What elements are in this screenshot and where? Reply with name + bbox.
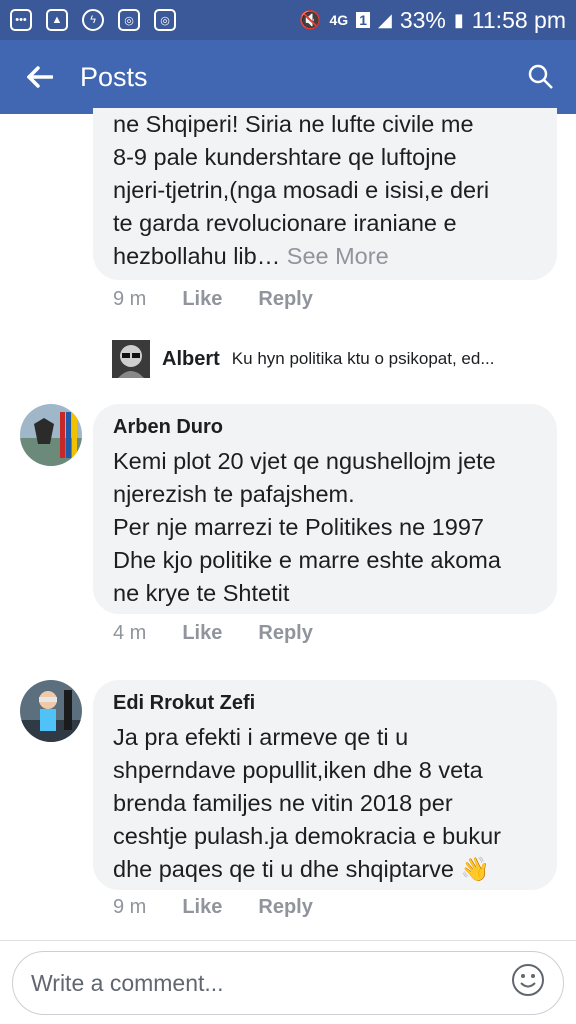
reply-button[interactable]: Reply bbox=[258, 288, 312, 311]
reply-button[interactable]: Reply bbox=[258, 896, 312, 919]
instagram-icon: ◎ bbox=[118, 9, 140, 31]
network-type: 4G bbox=[329, 12, 349, 28]
avatar[interactable] bbox=[20, 404, 82, 466]
avatar[interactable] bbox=[20, 680, 82, 742]
reply-author[interactable]: Albert bbox=[162, 348, 220, 371]
comment-actions: 4 m Like Reply bbox=[113, 622, 313, 645]
comment-bubble: Arben Duro Kemi plot 20 vjet qe ngushell… bbox=[93, 404, 557, 614]
like-button[interactable]: Like bbox=[182, 622, 222, 645]
page-title: Posts bbox=[80, 61, 148, 92]
instagram-icon-2: ◎ bbox=[154, 9, 176, 31]
comment-time: 9 m bbox=[113, 288, 147, 310]
waving-hand-emoji-icon: 👋 bbox=[460, 856, 490, 882]
clock: 11:58 pm bbox=[471, 6, 566, 33]
comment-author[interactable]: Arben Duro bbox=[113, 416, 537, 439]
reply-preview[interactable]: Albert Ku hyn politika ktu o psikopat, e… bbox=[112, 340, 495, 378]
comment-time: 9 m bbox=[113, 896, 147, 918]
comment-text: Ja pra efekti i armeve qe ti u shperndav… bbox=[113, 724, 501, 882]
image-icon: ▲ bbox=[46, 9, 68, 31]
comment-bubble: Edi Rrokut Zefi Ja pra efekti i armeve q… bbox=[93, 680, 557, 890]
comment-actions: 9 m Like Reply bbox=[113, 896, 313, 919]
comment-time: 4 m bbox=[113, 622, 147, 644]
chat-icon: ••• bbox=[10, 9, 32, 31]
battery-percent: 33% bbox=[399, 6, 446, 33]
battery-icon: ▮ bbox=[453, 9, 464, 30]
status-bar: ••• ▲ ϟ ◎ ◎ 🔇 4G 1 ◢ 33% ▮ 11:58 pm bbox=[0, 0, 576, 40]
messenger-icon: ϟ bbox=[82, 9, 104, 31]
reply-text: Ku hyn politika ktu o psikopat, ed... bbox=[231, 349, 495, 368]
comment-actions: 9 m Like Reply bbox=[113, 288, 313, 311]
see-more-link[interactable]: See More bbox=[287, 243, 389, 269]
comment-author[interactable]: Edi Rrokut Zefi bbox=[113, 692, 537, 715]
mute-icon: 🔇 bbox=[299, 9, 322, 30]
emoji-icon[interactable] bbox=[511, 963, 545, 1003]
avatar bbox=[112, 340, 150, 378]
app-bar: Posts bbox=[0, 40, 576, 114]
comment-bubble: ne Shqiperi! Siria ne lufte civile me 8-… bbox=[93, 108, 557, 280]
reply-button[interactable]: Reply bbox=[258, 622, 312, 645]
like-button[interactable]: Like bbox=[182, 288, 222, 311]
system-status: 🔇 4G 1 ◢ 33% ▮ 11:58 pm bbox=[299, 7, 566, 34]
sim-indicator: 1 bbox=[356, 12, 370, 28]
search-icon[interactable] bbox=[506, 40, 576, 114]
signal-icon: ◢ bbox=[378, 9, 392, 30]
comment-input[interactable]: Write a comment... bbox=[12, 951, 564, 1015]
comment-composer: Write a comment... bbox=[0, 940, 576, 1024]
like-button[interactable]: Like bbox=[182, 896, 222, 919]
back-arrow-icon[interactable] bbox=[0, 40, 80, 114]
notification-icons: ••• ▲ ϟ ◎ ◎ bbox=[10, 9, 176, 31]
comment-input-placeholder: Write a comment... bbox=[31, 969, 224, 996]
comment-text: Kemi plot 20 vjet qe ngushellojm jete nj… bbox=[113, 448, 501, 606]
